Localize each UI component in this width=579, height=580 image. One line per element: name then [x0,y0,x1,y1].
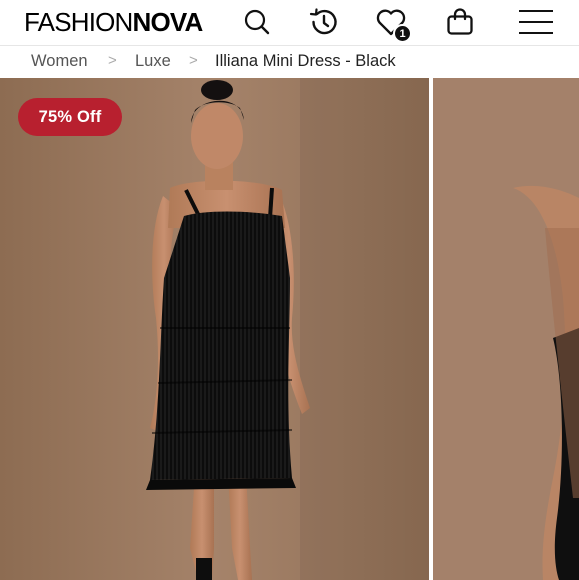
breadcrumb-current-product: Illiana Mini Dress - Black [215,52,396,70]
breadcrumb: Women > Luxe > Illiana Mini Dress - Blac… [0,46,579,78]
main-menu-button[interactable] [514,3,558,41]
model-side-view-photo [433,78,579,580]
recently-viewed-button[interactable] [303,3,345,41]
product-image-gallery[interactable]: 75% Off [0,78,579,580]
product-photo-main[interactable]: 75% Off [0,78,429,580]
breadcrumb-separator: > [108,52,117,69]
logo-text-part2: NOVA [132,7,204,37]
shopping-bag-icon [447,8,473,35]
model-in-fringe-dress-photo [0,78,429,580]
wishlist-count-badge: 1 [393,24,412,43]
history-icon [309,8,337,35]
discount-badge: 75% Off [18,98,122,136]
search-button[interactable] [236,3,278,41]
breadcrumb-luxe[interactable]: Luxe [135,52,171,71]
search-icon [244,9,270,35]
breadcrumb-women[interactable]: Women [31,52,88,71]
breadcrumb-separator: > [189,52,198,69]
hamburger-menu-icon [519,10,553,34]
product-photo-secondary[interactable] [433,78,579,580]
fashion-nova-logo[interactable]: FASHIONNOVA [24,8,203,36]
shopping-bag-button[interactable] [439,3,481,41]
wishlist-button[interactable]: 1 [370,3,412,43]
logo-text-part1: FASHION [24,7,133,37]
site-header: FASHIONNOVA 1 [0,0,579,46]
